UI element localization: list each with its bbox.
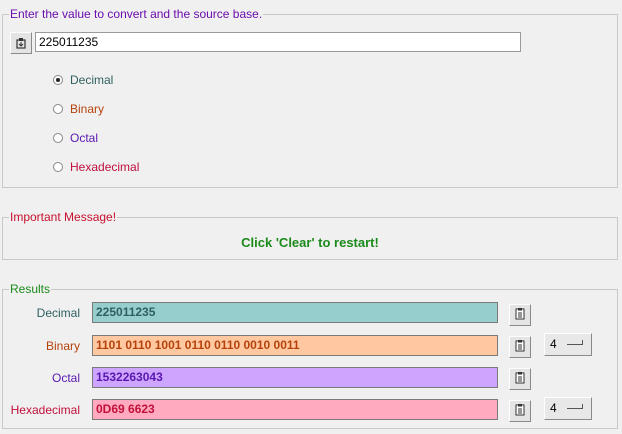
- binary-group-size-value: 4: [550, 337, 557, 351]
- radio-hexadecimal-button[interactable]: [53, 162, 63, 172]
- paste-icon: [15, 37, 27, 49]
- dropdown-indicator-icon: [567, 404, 583, 409]
- hexadecimal-group-size-select[interactable]: 4: [544, 397, 592, 420]
- message-group: Important Message! Click 'Clear' to rest…: [2, 210, 618, 260]
- radio-octal-label: Octal: [70, 131, 99, 145]
- copy-binary-button[interactable]: [509, 336, 531, 358]
- radio-hexadecimal[interactable]: Hexadecimal: [53, 160, 139, 174]
- radio-hexadecimal-label: Hexadecimal: [70, 160, 140, 174]
- radio-decimal-label: Decimal: [70, 73, 114, 87]
- hexadecimal-group-size-value: 4: [550, 401, 557, 415]
- value-input[interactable]: 225011235: [35, 32, 521, 52]
- message-text: Click 'Clear' to restart!: [241, 235, 379, 250]
- binary-group-size-select[interactable]: 4: [544, 333, 592, 356]
- result-decimal-field[interactable]: 225011235: [92, 302, 498, 323]
- dropdown-indicator-icon: [567, 340, 583, 345]
- result-hexadecimal-field[interactable]: 0D69 6623: [92, 399, 498, 420]
- input-group-legend: Enter the value to convert and the sourc…: [9, 7, 264, 21]
- copy-decimal-button[interactable]: [509, 304, 531, 326]
- radio-octal[interactable]: Octal: [53, 131, 98, 145]
- result-octal-field[interactable]: 1532263043: [92, 367, 498, 388]
- clipboard-icon: [514, 307, 526, 323]
- clipboard-icon: [514, 339, 526, 355]
- copy-octal-button[interactable]: [509, 368, 531, 390]
- paste-button[interactable]: [10, 32, 32, 54]
- radio-decimal[interactable]: Decimal: [53, 73, 113, 87]
- radio-binary-button[interactable]: [53, 104, 63, 114]
- result-binary-field[interactable]: 1101 0110 1001 0110 0110 0010 0011: [92, 335, 498, 356]
- radio-octal-button[interactable]: [53, 133, 63, 143]
- results-group-legend: Results: [9, 282, 52, 296]
- copy-hexadecimal-button[interactable]: [509, 400, 531, 422]
- result-label-hexadecimal: Hexadecimal: [10, 403, 80, 417]
- radio-binary-label: Binary: [70, 102, 105, 116]
- result-label-decimal: Decimal: [36, 306, 80, 320]
- result-label-binary: Binary: [45, 339, 80, 353]
- result-label-octal: Octal: [51, 371, 80, 385]
- clipboard-icon: [514, 403, 526, 419]
- message-group-legend: Important Message!: [9, 210, 118, 224]
- radio-binary[interactable]: Binary: [53, 102, 104, 116]
- clipboard-icon: [514, 371, 526, 387]
- radio-decimal-button[interactable]: [53, 75, 63, 85]
